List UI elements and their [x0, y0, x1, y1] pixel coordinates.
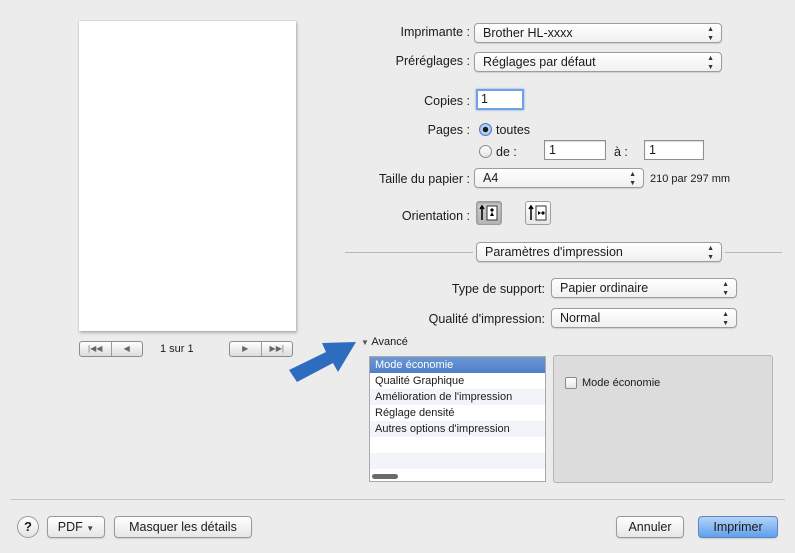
list-item[interactable]: Mode économie — [370, 357, 545, 373]
separator-line — [725, 252, 782, 253]
advanced-options-panel — [553, 355, 773, 483]
printer-select[interactable]: Brother HL-xxxx ▲ ▼ — [474, 23, 722, 43]
popup-arrows-icon: ▲ ▼ — [722, 281, 729, 297]
chevron-down-icon: ▼ — [86, 524, 95, 533]
print-quality-value: Normal — [560, 311, 601, 325]
first-page-button[interactable]: |◀◀ — [80, 342, 111, 356]
cancel-button[interactable]: Annuler — [616, 516, 684, 538]
separator-line — [345, 252, 473, 253]
popup-arrows-icon: ▲ ▼ — [707, 55, 714, 71]
pages-from-input[interactable]: 1 — [544, 140, 606, 160]
preview-page-info: 1 sur 1 — [160, 343, 194, 355]
list-item[interactable]: Réglage densité — [370, 405, 545, 421]
printer-select-value: Brother HL-xxxx — [483, 26, 573, 40]
portrait-icon — [479, 204, 498, 221]
copies-label: Copies : — [424, 94, 470, 108]
list-scrollbar[interactable] — [372, 474, 398, 479]
print-settings-section-select[interactable]: Paramètres d'impression ▲ ▼ — [476, 242, 722, 262]
next-page-button[interactable]: ▶ — [230, 342, 261, 356]
bottom-separator — [10, 499, 785, 500]
print-preview — [79, 21, 296, 331]
landscape-icon — [528, 204, 547, 221]
pages-to-label: à : — [614, 145, 628, 159]
list-item[interactable]: Amélioration de l'impression — [370, 389, 545, 405]
presets-select[interactable]: Réglages par défaut ▲ ▼ — [474, 52, 722, 72]
pages-from-label: de : — [496, 145, 517, 159]
printer-label: Imprimante : — [400, 25, 470, 39]
preview-back-buttons: |◀◀ ◀ — [79, 341, 143, 357]
eco-mode-checkbox[interactable] — [565, 377, 577, 389]
pages-to-input[interactable]: 1 — [644, 140, 704, 160]
paper-size-label: Taille du papier : — [378, 172, 470, 186]
orientation-portrait-button[interactable] — [476, 201, 502, 225]
media-type-value: Papier ordinaire — [560, 281, 649, 295]
hide-details-button[interactable]: Masquer les détails — [114, 516, 252, 538]
presets-select-value: Réglages par défaut — [483, 55, 596, 69]
eco-mode-label: Mode économie — [582, 377, 661, 389]
pages-label: Pages : — [427, 123, 470, 137]
copies-input[interactable]: 1 — [476, 89, 524, 110]
pages-all-radio[interactable] — [479, 123, 492, 136]
popup-arrows-icon: ▲ ▼ — [707, 245, 714, 261]
media-type-label: Type de support: — [451, 282, 545, 296]
list-item — [370, 437, 545, 453]
preview-forward-buttons: ▶ ▶▶| — [229, 341, 293, 357]
pages-all-label: toutes — [496, 123, 531, 137]
list-item — [370, 453, 545, 469]
popup-arrows-icon: ▲ ▼ — [722, 311, 729, 327]
callout-arrow-icon — [289, 342, 356, 382]
advanced-label: Avancé — [371, 336, 408, 348]
pdf-label: PDF — [57, 520, 83, 534]
paper-size-value: A4 — [483, 171, 499, 185]
orientation-label: Orientation : — [401, 209, 470, 223]
pdf-menu-button[interactable]: PDF ▼ — [47, 516, 105, 538]
paper-size-select[interactable]: A4 ▲ ▼ — [474, 168, 644, 188]
print-settings-section-value: Paramètres d'impression — [485, 245, 623, 259]
paper-dimensions: 210 par 297 mm — [650, 173, 731, 185]
disclosure-triangle-icon: ▼ — [361, 338, 369, 347]
help-button[interactable]: ? — [17, 516, 39, 538]
previous-page-button[interactable]: ◀ — [110, 342, 143, 356]
popup-arrows-icon: ▲ ▼ — [707, 26, 714, 42]
print-quality-select[interactable]: Normal ▲ ▼ — [551, 308, 737, 328]
media-type-select[interactable]: Papier ordinaire ▲ ▼ — [551, 278, 737, 298]
list-item[interactable]: Autres options d'impression — [370, 421, 545, 437]
orientation-landscape-button[interactable] — [525, 201, 551, 225]
advanced-options-list: Mode économie Qualité Graphique Améliora… — [369, 356, 546, 482]
print-quality-label: Qualité d'impression: — [428, 312, 545, 326]
presets-label: Préréglages : — [395, 54, 470, 68]
advanced-disclosure[interactable]: ▼ Avancé — [361, 336, 408, 348]
list-item[interactable]: Qualité Graphique — [370, 373, 545, 389]
print-button[interactable]: Imprimer — [698, 516, 778, 538]
popup-arrows-icon: ▲ ▼ — [629, 171, 636, 187]
pages-range-radio[interactable] — [479, 145, 492, 158]
